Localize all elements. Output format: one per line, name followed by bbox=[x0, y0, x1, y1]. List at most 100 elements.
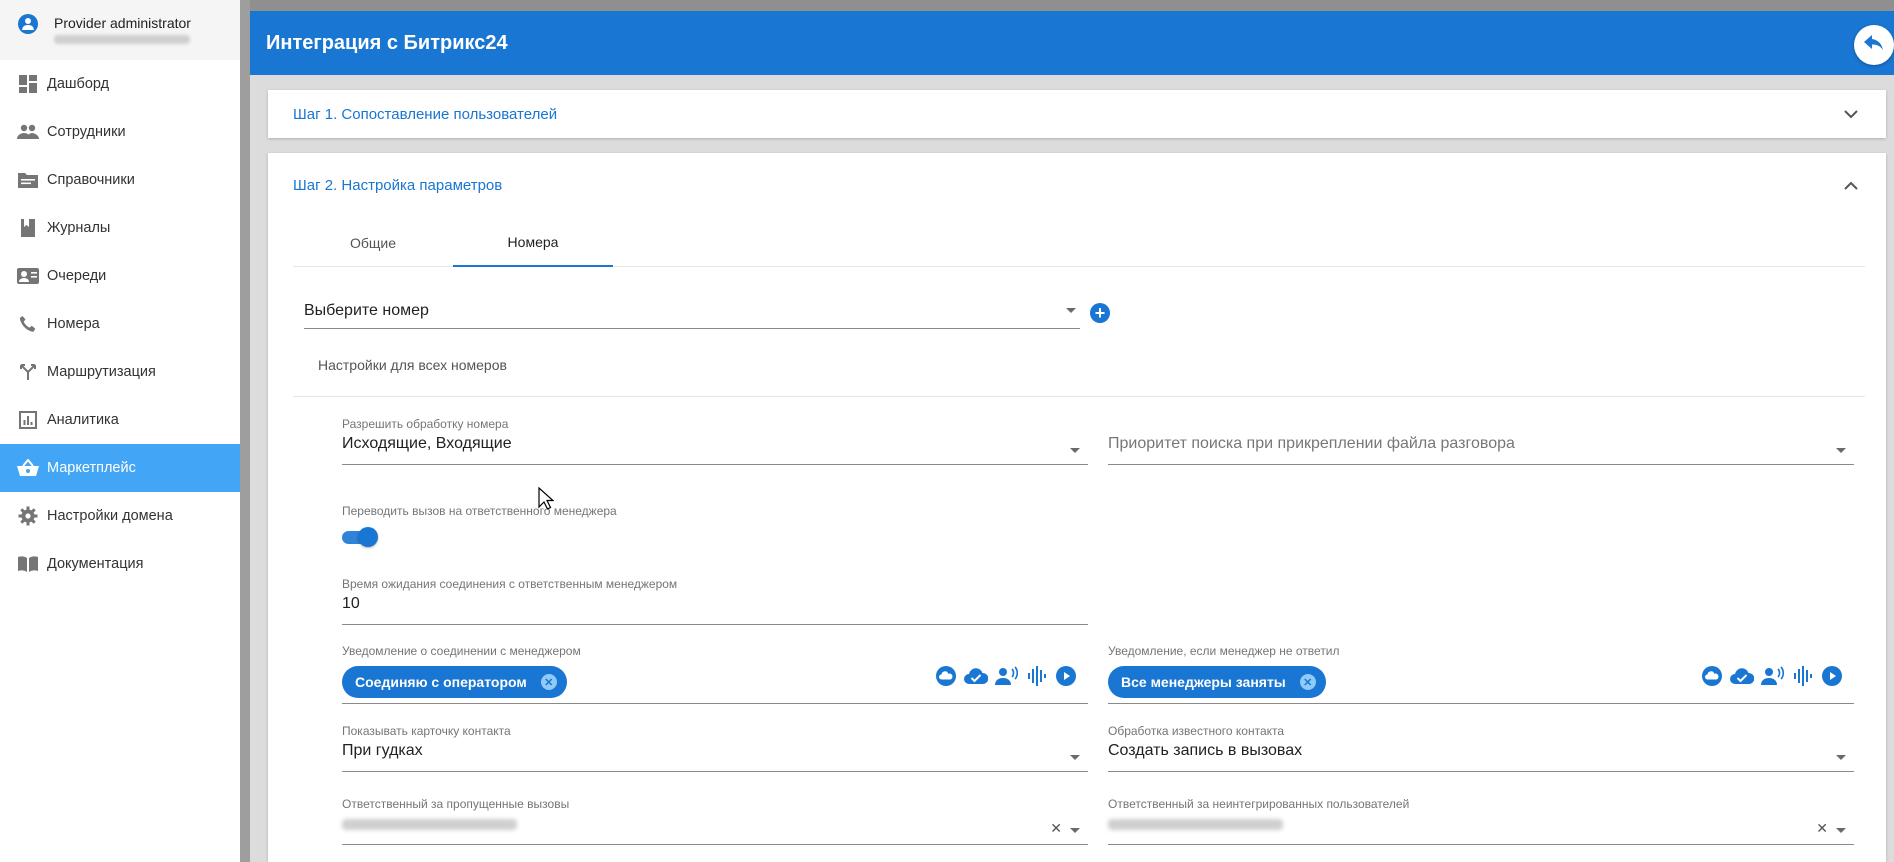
chip-label: Соединяю с оператором bbox=[355, 674, 527, 690]
field-value: Создать запись в вызовах bbox=[1108, 742, 1303, 759]
sidebar-item-label: Дашборд bbox=[47, 76, 110, 92]
media-actions bbox=[1700, 664, 1844, 688]
connect-notice-field[interactable]: Уведомление о соединении с менеджером Со… bbox=[342, 644, 1088, 704]
field-placeholder: Приоритет поиска при прикреплении файла … bbox=[1108, 435, 1515, 452]
mouse-cursor-icon bbox=[538, 486, 555, 516]
clear-icon[interactable]: ✕ bbox=[1816, 820, 1828, 837]
step2-panel: Шаг 2. Настройка параметров Общие Номера… bbox=[268, 153, 1886, 862]
field-underline bbox=[342, 624, 1088, 625]
book-icon bbox=[16, 216, 40, 240]
sidebar-item-label: Очереди bbox=[47, 268, 107, 284]
cloud-icon[interactable] bbox=[934, 664, 958, 688]
dropdown-arrow-icon bbox=[1070, 448, 1080, 453]
sidebar-item-journals[interactable]: Журналы bbox=[0, 204, 240, 252]
folder-icon bbox=[16, 168, 40, 192]
sidebar-item-label: Сотрудники bbox=[47, 124, 126, 140]
sidebar-item-analytics[interactable]: Аналитика bbox=[0, 396, 240, 444]
sidebar-item-label: Документация bbox=[47, 556, 144, 572]
play-icon[interactable] bbox=[1054, 664, 1078, 688]
step1-header[interactable]: Шаг 1. Сопоставление пользователей bbox=[268, 90, 1886, 138]
back-button[interactable] bbox=[1854, 25, 1894, 65]
known-contact-select[interactable]: Обработка известного контакта Создать за… bbox=[1108, 724, 1854, 772]
field-label: Ответственный за пропущенные вызовы bbox=[342, 797, 570, 811]
sidebar-item-label: Номера bbox=[47, 316, 100, 332]
notice-chip[interactable]: Все менеджеры заняты ✕ bbox=[1108, 666, 1326, 698]
field-underline bbox=[1108, 464, 1854, 465]
field-value: 10 bbox=[342, 595, 360, 612]
field-underline bbox=[1108, 844, 1854, 845]
cloud-icon[interactable] bbox=[1700, 664, 1724, 688]
field-value: При гудках bbox=[342, 742, 423, 759]
contact-card-icon bbox=[16, 264, 40, 288]
number-select-value: Выберите номер bbox=[304, 301, 429, 319]
sidebar-item-label: Маршрутизация bbox=[47, 364, 156, 380]
routing-icon bbox=[16, 360, 40, 384]
step2-tabs: Общие Номера bbox=[293, 219, 1865, 267]
sidebar-item-numbers[interactable]: Номера bbox=[0, 300, 240, 348]
app-bar: Интеграция с Битрикс24 bbox=[250, 11, 1894, 75]
transfer-manager-toggle[interactable] bbox=[342, 527, 378, 547]
field-value: Исходящие, Входящие bbox=[342, 435, 512, 452]
basket-icon bbox=[16, 456, 40, 480]
voice-icon[interactable] bbox=[994, 664, 1018, 688]
tab-numbers[interactable]: Номера bbox=[453, 219, 613, 267]
chip-remove-icon[interactable]: ✕ bbox=[540, 674, 557, 690]
sidebar-item-marketplace[interactable]: Маркетплейс bbox=[0, 444, 240, 492]
number-select[interactable]: Выберите номер bbox=[304, 293, 1080, 329]
field-label: Обработка известного контакта bbox=[1108, 724, 1285, 738]
play-icon[interactable] bbox=[1820, 664, 1844, 688]
transfer-manager-field: Переводить вызов на ответственного менед… bbox=[342, 504, 1088, 518]
chip-remove-icon[interactable]: ✕ bbox=[1299, 674, 1316, 690]
sidebar-item-label: Справочники bbox=[47, 172, 135, 188]
field-underline bbox=[1108, 703, 1854, 704]
sidebar-item-dashboard[interactable]: Дашборд bbox=[0, 60, 240, 108]
tab-general[interactable]: Общие bbox=[293, 219, 453, 267]
waveform-icon[interactable] bbox=[1024, 664, 1048, 688]
notice-chip[interactable]: Соединяю с оператором ✕ bbox=[342, 666, 567, 698]
search-priority-select[interactable]: Приоритет поиска при прикреплении файла … bbox=[1108, 417, 1854, 465]
field-label: Время ожидания соединения с ответственны… bbox=[342, 577, 678, 591]
waveform-icon[interactable] bbox=[1790, 664, 1814, 688]
non-integrated-responsible-select[interactable]: Ответственный за неинтегрированных польз… bbox=[1108, 797, 1854, 845]
people-icon bbox=[16, 120, 40, 144]
cloud-done-icon[interactable] bbox=[1730, 664, 1754, 688]
user-profile[interactable]: Provider administrator bbox=[0, 0, 240, 60]
allow-processing-select[interactable]: Разрешить обработку номера Исходящие, Вх… bbox=[342, 417, 1088, 465]
sidebar-item-documentation[interactable]: Документация bbox=[0, 540, 240, 588]
dropdown-arrow-icon bbox=[1836, 448, 1846, 453]
sidebar-item-domain-settings[interactable]: Настройки домена bbox=[0, 492, 240, 540]
no-answer-notice-field[interactable]: Уведомление, если менеджер не ответил Вс… bbox=[1108, 644, 1854, 704]
media-actions bbox=[934, 664, 1078, 688]
step1-title: Шаг 1. Сопоставление пользователей bbox=[293, 105, 558, 123]
field-underline bbox=[342, 771, 1088, 772]
wait-time-input[interactable]: Время ожидания соединения с ответственны… bbox=[342, 577, 1088, 625]
step2-title: Шаг 2. Настройка параметров bbox=[293, 176, 503, 194]
sidebar-item-routing[interactable]: Маршрутизация bbox=[0, 348, 240, 396]
field-underline bbox=[1108, 771, 1854, 772]
sidebar-item-queues[interactable]: Очереди bbox=[0, 252, 240, 300]
cloud-done-icon[interactable] bbox=[964, 664, 988, 688]
dashboard-icon bbox=[16, 72, 40, 96]
voice-icon[interactable] bbox=[1760, 664, 1784, 688]
section-divider bbox=[293, 396, 1865, 397]
show-card-select[interactable]: Показывать карточку контакта При гудках bbox=[342, 724, 1088, 772]
user-role: Provider administrator bbox=[54, 15, 191, 31]
clear-icon[interactable]: ✕ bbox=[1050, 820, 1062, 837]
field-label: Разрешить обработку номера bbox=[342, 417, 509, 431]
field-underline bbox=[342, 844, 1088, 845]
missed-responsible-select[interactable]: Ответственный за пропущенные вызовы ✕ bbox=[342, 797, 1088, 845]
field-label: Уведомление о соединении с менеджером bbox=[342, 644, 581, 658]
chevron-up-icon[interactable] bbox=[1836, 170, 1866, 200]
chevron-down-icon[interactable] bbox=[1836, 99, 1866, 129]
step2-header[interactable]: Шаг 2. Настройка параметров bbox=[268, 153, 1886, 217]
field-label: Ответственный за неинтегрированных польз… bbox=[1108, 797, 1410, 811]
section-label: Настройки для всех номеров bbox=[318, 357, 507, 373]
sidebar-item-employees[interactable]: Сотрудники bbox=[0, 108, 240, 156]
add-number-button[interactable]: + bbox=[1090, 303, 1110, 323]
user-email-redacted bbox=[54, 35, 190, 44]
sidebar-scroll-gutter bbox=[240, 0, 250, 862]
toggle-thumb bbox=[358, 527, 378, 547]
sidebar-item-directories[interactable]: Справочники bbox=[0, 156, 240, 204]
documentation-icon bbox=[16, 552, 40, 576]
dropdown-arrow-icon bbox=[1836, 828, 1846, 833]
